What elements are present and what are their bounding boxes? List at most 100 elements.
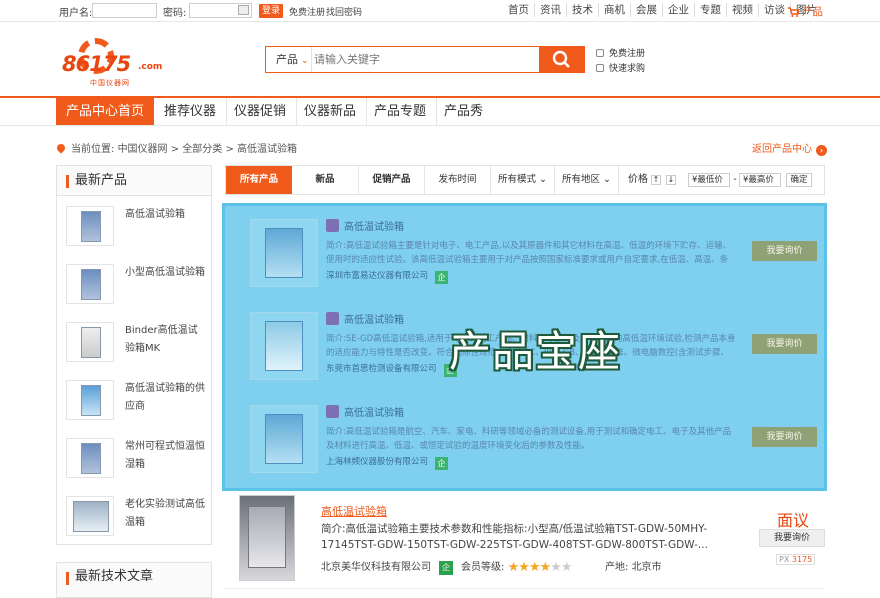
search-category-select[interactable]: 产品 ⌄ [266,47,312,72]
ad-title[interactable]: 高低温试验箱 [326,219,404,236]
back-label: 返回产品中心 [752,144,812,155]
star-icon: ★ [539,560,552,575]
product-thumbnail [66,264,114,304]
sort-up-icon[interactable]: ↑ [651,175,661,185]
product-description: 简介:高低温试验箱主要技术参数和性能指标:小型高/低温试验箱TST-GDW-50… [321,523,708,551]
nav-product-show[interactable]: 产品秀 [434,98,493,125]
px-value: 3175 [791,555,813,564]
logo-number: 86175 [62,52,131,76]
sidebar-item[interactable]: Binder高低温试验箱MK [65,322,205,366]
keyboard-icon[interactable] [238,5,249,15]
product-company[interactable]: 北京美华仪科技有限公司企 [321,558,453,575]
filter-region-select[interactable]: 所有地区 ⌄ [554,166,618,194]
ad-title[interactable]: 高低温试验箱 [326,312,404,329]
ad-row[interactable]: 高低温试验箱 简介:高低温试验箱是航空、汽车、家电、科研等领域必备的测试设备,用… [250,405,817,475]
inquiry-button[interactable]: 我要询价 [752,241,817,261]
ad-company[interactable]: 深圳市富易达仪器有限公司企 [326,269,449,284]
ad-title-text: 高低温试验箱 [344,222,404,233]
chevron-down-icon: ⌄ [603,174,611,185]
logo-subtitle: 中国仪器网 [90,79,130,87]
cart-link[interactable]: 产品 [788,4,823,19]
cart-icon [788,7,800,17]
sidebar-item[interactable]: 小型高低温试验箱 [65,264,205,308]
price-confirm-button[interactable]: 确定 [786,173,812,187]
breadcrumb-path[interactable]: 中国仪器网 > 全部分类 > 高低温试验箱 [118,144,297,155]
filter-all-products[interactable]: 所有产品 [226,166,292,194]
header: 86175 .com 中国仪器网 产品⌄ 免费注册 快速求购 [0,22,880,96]
login-button[interactable]: 登录 [259,4,283,18]
ad-title-text: 高低温试验箱 [344,315,404,326]
top-nav-item[interactable]: 企业 [663,3,695,17]
nav-product-center-home[interactable]: 产品中心首页 [56,98,155,125]
top-nav-item[interactable]: 首页 [503,3,535,17]
ad-title[interactable]: 高低温试验箱 [326,405,404,422]
top-nav-item[interactable]: 视频 [727,3,759,17]
price-dash: - [733,174,737,185]
top-nav-item[interactable]: 专题 [695,3,727,17]
sidebar-item[interactable]: 高低温试验箱 [65,206,205,250]
username-input[interactable] [92,3,157,18]
filter-mode-value: 所有模式 [497,174,536,185]
product-image[interactable] [239,495,295,581]
ad-company[interactable]: 上海林频仪器股份有限公司企 [326,455,449,470]
sidebar-item[interactable]: 高低温试验箱的供应商 [65,380,205,424]
enterprise-badge: 企 [435,271,449,284]
inquiry-button[interactable]: 我要询价 [759,529,825,547]
ad-thumbnail[interactable] [250,405,318,473]
min-price-input[interactable]: ¥最低价 [688,173,730,187]
px-badge: PX 3175 [776,554,816,565]
quick-buy-link[interactable]: 快速求购 [596,61,645,74]
product-name-link[interactable]: 高低温试验箱 [321,503,387,519]
product-thumbnail [66,206,114,246]
ad-title-text: 高低温试验箱 [344,408,404,419]
star-rating: ★★★★★★ [508,560,573,575]
search-input[interactable] [314,49,534,70]
star-icon: ★ [528,560,541,575]
sidebar-item[interactable]: 常州可程式恒温恒湿箱 [65,438,205,482]
filter-date[interactable]: 发布时间 [424,166,490,194]
ad-overlay-title: 产品宝座 [449,327,622,376]
filter-new[interactable]: 新品 [292,166,358,194]
ad-company[interactable]: 东莞市首思检测设备有限公司企 [326,362,457,377]
top-bar: 用户名: 密码: 登录 免费注册 找回密码 首页 资讯 技术 商机 会展 企业 … [0,0,880,22]
header-register-link[interactable]: 免费注册 [596,46,645,59]
filter-promo[interactable]: 促销产品 [358,166,424,194]
search-category-value: 产品 [276,53,298,66]
product-thumbnail [66,322,114,362]
top-nav-item[interactable]: 会展 [631,3,663,17]
sidebar-item-label: 老化实验测试高低温箱 [125,499,205,528]
inquiry-button[interactable]: 我要询价 [752,334,817,354]
ad-row[interactable]: 高低温试验箱 简介:高低温试验箱主要是针对电子、电工产品,以及其原器件和其它材料… [250,219,817,289]
header-register-label: 免费注册 [609,49,646,59]
top-nav-item[interactable]: 访谈 [759,3,791,17]
ad-thumbnail[interactable] [250,219,318,287]
nav-new-products[interactable]: 仪器新品 [294,98,368,125]
top-nav-item[interactable]: 资讯 [535,3,567,17]
filter-mode-select[interactable]: 所有模式 ⌄ [490,166,554,194]
nav-topics[interactable]: 产品专题 [364,98,438,125]
inquiry-button[interactable]: 我要询价 [752,427,817,447]
top-nav-item[interactable]: 商机 [599,3,631,17]
sidebar-latest-articles: 最新技术文章 [56,562,212,598]
register-link[interactable]: 免费注册 [289,5,325,18]
ad-company-name: 深圳市富易达仪器有限公司 [326,271,429,281]
chevron-down-icon: ⌄ [539,174,547,185]
max-price-input[interactable]: ¥最高价 [739,173,781,187]
sidebar-item[interactable]: 老化实验测试高低温箱 [65,496,205,540]
nav-promotion[interactable]: 仪器促销 [224,98,298,125]
site-logo[interactable]: 86175 .com 中国仪器网 [62,34,162,87]
origin-label: 产地: [605,562,629,573]
back-to-product-center[interactable]: 返回产品中心 › [752,140,827,156]
product-icon [326,405,339,418]
ad-thumbnail[interactable] [250,312,318,380]
search-button[interactable] [539,46,585,73]
sort-down-icon[interactable]: ↓ [666,175,676,185]
sidebar-title: 最新产品 [57,166,211,196]
forgot-password-link[interactable]: 找回密码 [326,5,362,18]
nav-recommended[interactable]: 推荐仪器 [154,98,228,125]
top-nav-item[interactable]: 技术 [567,3,599,17]
origin: 产地: 北京市 [605,558,662,573]
password-label: 密码: [163,8,187,19]
enterprise-badge: 企 [435,457,449,470]
location-pin-icon [55,142,67,154]
